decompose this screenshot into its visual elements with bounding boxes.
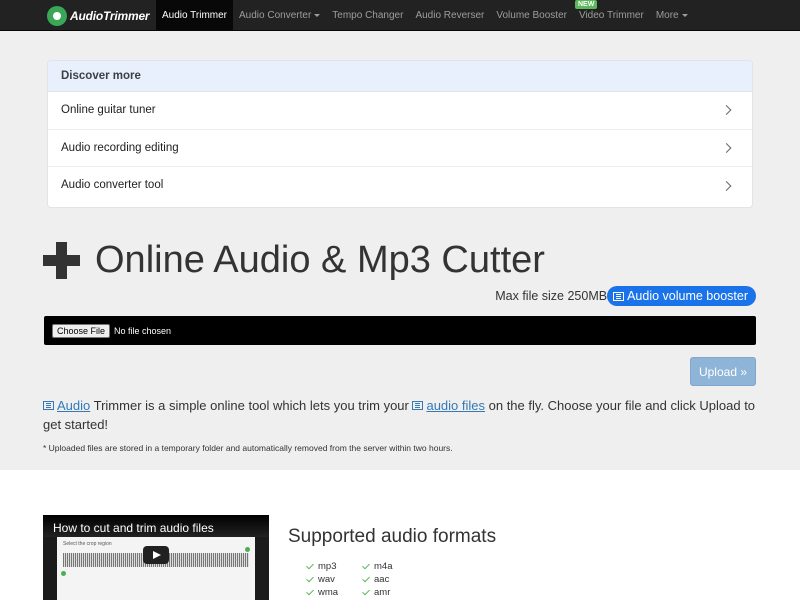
file-input[interactable]: Choose File No file chosen (44, 316, 756, 345)
discover-more-panel: Discover more Online guitar tuner Audio … (47, 60, 753, 208)
nav-label: Tempo Changer (332, 10, 404, 21)
plus-icon (43, 241, 80, 279)
page-title-text: Online Audio & Mp3 Cutter (95, 238, 545, 281)
lower-section: Select the crop region How to cut and tr… (0, 470, 800, 600)
format-label: wav (318, 574, 335, 585)
play-icon[interactable] (143, 546, 169, 564)
max-file-size: Max file size 250MB (495, 289, 608, 303)
caret-down-icon (681, 13, 688, 17)
format-label: aac (374, 574, 390, 585)
discover-item-guitar-tuner[interactable]: Online guitar tuner (48, 92, 752, 130)
check-icon (306, 574, 314, 583)
check-icon (306, 561, 314, 570)
discover-item-label: Audio converter tool (61, 179, 164, 191)
discover-item-converter-tool[interactable]: Audio converter tool (48, 167, 752, 205)
nav-audio-reverser[interactable]: Audio Reverser (409, 0, 490, 31)
discover-item-label: Audio recording editing (61, 141, 179, 154)
audio-link[interactable]: Audio (57, 398, 90, 413)
supported-formats: Supported audio formats mp3 m4a wav aac … (288, 526, 497, 598)
desc-text: Trimmer is a simple online tool which le… (90, 398, 413, 413)
format-item: aac (362, 573, 418, 586)
nav-label: Audio Reverser (415, 10, 485, 21)
document-icon (412, 401, 424, 410)
format-label: amr (374, 587, 391, 598)
check-icon (362, 574, 370, 583)
nav-label: Volume Booster (496, 10, 567, 21)
max-size-row: Max file size 250MB Audio volume booster (495, 286, 756, 306)
nav-audio-converter[interactable]: Audio Converter (233, 0, 326, 31)
choose-file-button[interactable]: Choose File (52, 323, 111, 338)
nav-more-dropdown[interactable]: More (650, 0, 694, 31)
discover-item-label: Online guitar tuner (61, 104, 156, 116)
nav-label: Video Trimmer (578, 10, 644, 21)
no-file-chosen-text: No file chosen (114, 325, 172, 336)
discover-heading: Discover more (48, 61, 752, 92)
brand-name: AudioTrimmer (70, 9, 150, 23)
pill-label: Audio volume booster (627, 289, 748, 303)
document-icon (613, 291, 625, 301)
format-item: amr (362, 586, 418, 599)
audio-logo-icon (47, 6, 67, 26)
chevron-right-icon (721, 180, 732, 191)
upload-note: * Uploaded files are stored in a tempora… (43, 443, 453, 453)
tutorial-video[interactable]: Select the crop region How to cut and tr… (43, 515, 269, 600)
check-icon (306, 587, 314, 596)
format-item: mp3 (306, 560, 362, 573)
video-title: How to cut and trim audio files (53, 521, 214, 535)
description: Audio Trimmer is a simple online tool wh… (43, 396, 758, 434)
format-item: m4a (362, 560, 418, 573)
format-item: wav (306, 573, 362, 586)
format-item: wma (306, 586, 362, 599)
chevron-right-icon (721, 142, 732, 153)
caret-down-icon (314, 13, 321, 17)
marker-icon (245, 547, 250, 552)
page-title: Online Audio & Mp3 Cutter (43, 234, 545, 286)
nav-label: More (655, 10, 679, 21)
brand-logo-link[interactable]: AudioTrimmer (47, 5, 150, 27)
upload-button[interactable]: Upload » (690, 357, 756, 386)
new-badge: NEW (574, 0, 598, 9)
nav-volume-booster[interactable]: Volume Booster (490, 0, 573, 31)
audio-files-link[interactable]: audio files (426, 398, 485, 413)
nav-label: Audio Trimmer (162, 10, 228, 21)
discover-item-recording-editing[interactable]: Audio recording editing (48, 130, 752, 167)
main-nav: Audio Trimmer Audio Converter Tempo Chan… (156, 0, 694, 31)
check-icon (362, 587, 370, 596)
nav-label: Audio Converter (239, 10, 312, 21)
marker-icon (61, 571, 66, 576)
top-navbar: AudioTrimmer Audio Trimmer Audio Convert… (0, 0, 800, 31)
nav-audio-trimmer[interactable]: Audio Trimmer (156, 0, 234, 31)
format-label: mp3 (318, 561, 337, 572)
formats-title: Supported audio formats (288, 526, 497, 547)
check-icon (362, 561, 370, 570)
format-label: m4a (374, 561, 393, 572)
nav-tempo-changer[interactable]: Tempo Changer (326, 0, 409, 31)
formats-list: mp3 m4a wav aac wma amr (306, 560, 446, 599)
format-label: wma (318, 587, 339, 598)
document-icon (43, 401, 54, 410)
audio-volume-booster-link[interactable]: Audio volume booster (607, 286, 756, 306)
chevron-right-icon (721, 105, 732, 116)
nav-video-trimmer[interactable]: NEW Video Trimmer (573, 0, 650, 31)
crop-hint: Select the crop region (63, 541, 112, 547)
